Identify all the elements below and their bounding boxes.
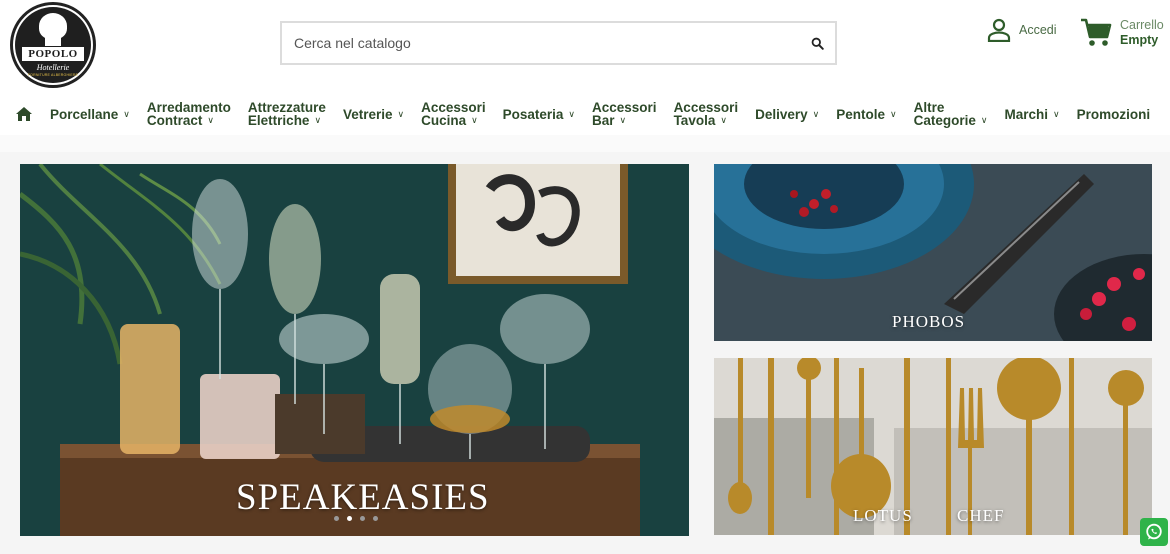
logo-name: POPOLO — [21, 46, 85, 62]
chevron-down-icon: ∨ — [1053, 108, 1060, 119]
nav-item-label: Posateria — [502, 106, 564, 122]
nav-item-label-line2: Tavola — [673, 113, 716, 128]
slider-dot[interactable] — [360, 516, 365, 521]
login-label: Accedi — [1019, 23, 1057, 37]
nav-item-attrezzature-elettriche[interactable]: Attrezzature Elettriche ∨ — [247, 101, 326, 128]
nav-item-altre-categorie[interactable]: Altre Categorie ∨ — [913, 101, 988, 128]
nav-home[interactable] — [15, 106, 33, 122]
nav-item-label-line2: Cucina — [421, 113, 467, 128]
nav-item-label: Pentole — [836, 106, 886, 122]
nav-item-label: Delivery — [755, 106, 808, 122]
whatsapp-icon — [1146, 523, 1162, 540]
chevron-down-icon: ∨ — [207, 115, 214, 125]
logo-tagline: FORNITURE ALBERGHIERE — [27, 73, 79, 77]
slider-dot[interactable] — [334, 516, 339, 521]
nav-item-label-line2: Categorie — [913, 113, 976, 128]
whatsapp-button[interactable] — [1140, 518, 1168, 546]
chevron-down-icon: ∨ — [471, 115, 478, 125]
site-logo[interactable]: POPOLO Hotellerie FORNITURE ALBERGHIERE — [10, 2, 96, 88]
user-icon — [987, 18, 1011, 42]
chevron-down-icon: ∨ — [568, 108, 576, 119]
search-button[interactable] — [799, 23, 835, 63]
chevron-down-icon: ∨ — [619, 115, 627, 125]
slider-dot[interactable] — [373, 516, 378, 521]
logo-emblem: POPOLO Hotellerie FORNITURE ALBERGHIERE — [15, 7, 91, 83]
chevron-down-icon: ∨ — [890, 108, 897, 119]
nav-item-accessori-cucina[interactable]: Accessori Cucina ∨ — [421, 101, 486, 128]
search-input[interactable] — [282, 23, 799, 63]
search-icon — [811, 37, 824, 50]
logo-sub: Hotellerie — [36, 63, 70, 72]
nav-item-accessori-tavola[interactable]: Accessori Tavola ∨ — [673, 101, 739, 128]
chef-caption: CHEF — [957, 506, 1005, 525]
lotus-caption: LOTUS — [853, 506, 913, 525]
chevron-down-icon: ∨ — [812, 108, 820, 119]
cart-link[interactable]: Carrello Empty — [1080, 18, 1164, 48]
nav-item-label-line2: Contract — [146, 113, 203, 128]
nav-item-promozioni[interactable]: Promozioni — [1076, 106, 1151, 122]
nav-item-label-line2: Bar — [592, 113, 615, 128]
nav-item-pentole[interactable]: Pentole ∨ — [836, 106, 897, 122]
cart-icon — [1081, 18, 1112, 46]
home-icon — [16, 107, 32, 121]
promo-banner-phobos[interactable]: PHOBOS — [714, 164, 1152, 341]
nav-item-label: Vetrerie — [342, 106, 393, 122]
search-bar — [280, 21, 837, 65]
slider-dot[interactable] — [347, 516, 352, 521]
nav-item-label: Porcellane — [50, 106, 119, 122]
cutlery-image — [714, 358, 1152, 535]
chevron-down-icon: ∨ — [980, 115, 988, 125]
nav-item-label: Promozioni — [1076, 106, 1151, 122]
login-link[interactable]: Accedi — [987, 18, 1057, 42]
cart-title: Carrello — [1120, 18, 1164, 32]
slider-dots — [334, 516, 386, 521]
nav-item-porcellane[interactable]: Porcellane ∨ — [50, 106, 130, 122]
chevron-down-icon: ∨ — [123, 108, 130, 119]
nav-item-vetrerie[interactable]: Vetrerie ∨ — [342, 106, 405, 122]
header-divider — [0, 135, 1170, 152]
nav-item-marchi[interactable]: Marchi ∨ — [1004, 106, 1060, 122]
cart-status: Empty — [1120, 33, 1159, 47]
chevron-down-icon: ∨ — [720, 115, 727, 125]
phobos-caption: PHOBOS — [892, 312, 966, 331]
hero-slider[interactable]: SPEAKEASIES — [20, 164, 689, 536]
nav-item-label: Marchi — [1004, 106, 1048, 122]
chevron-down-icon: ∨ — [397, 108, 405, 119]
chef-hat-icon — [39, 13, 67, 47]
hero-caption: SPEAKEASIES — [236, 477, 490, 518]
promo-banner-cutlery[interactable]: LOTUS CHEF — [714, 358, 1152, 535]
nav-item-delivery[interactable]: Delivery ∨ — [755, 106, 820, 122]
nav-item-accessori-bar[interactable]: Accessori Bar ∨ — [592, 101, 657, 128]
nav-item-arredamento-contract[interactable]: Arredamento Contract ∨ — [146, 101, 231, 128]
nav-item-label-line2: Elettriche — [247, 113, 310, 128]
site-header: POPOLO Hotellerie FORNITURE ALBERGHIERE … — [0, 0, 1170, 135]
chevron-down-icon: ∨ — [314, 115, 322, 125]
main-nav: Porcellane ∨ Arredamento Contract ∨ Attrezzat… — [15, 99, 1167, 129]
nav-item-posateria[interactable]: Posateria ∨ — [502, 106, 576, 122]
